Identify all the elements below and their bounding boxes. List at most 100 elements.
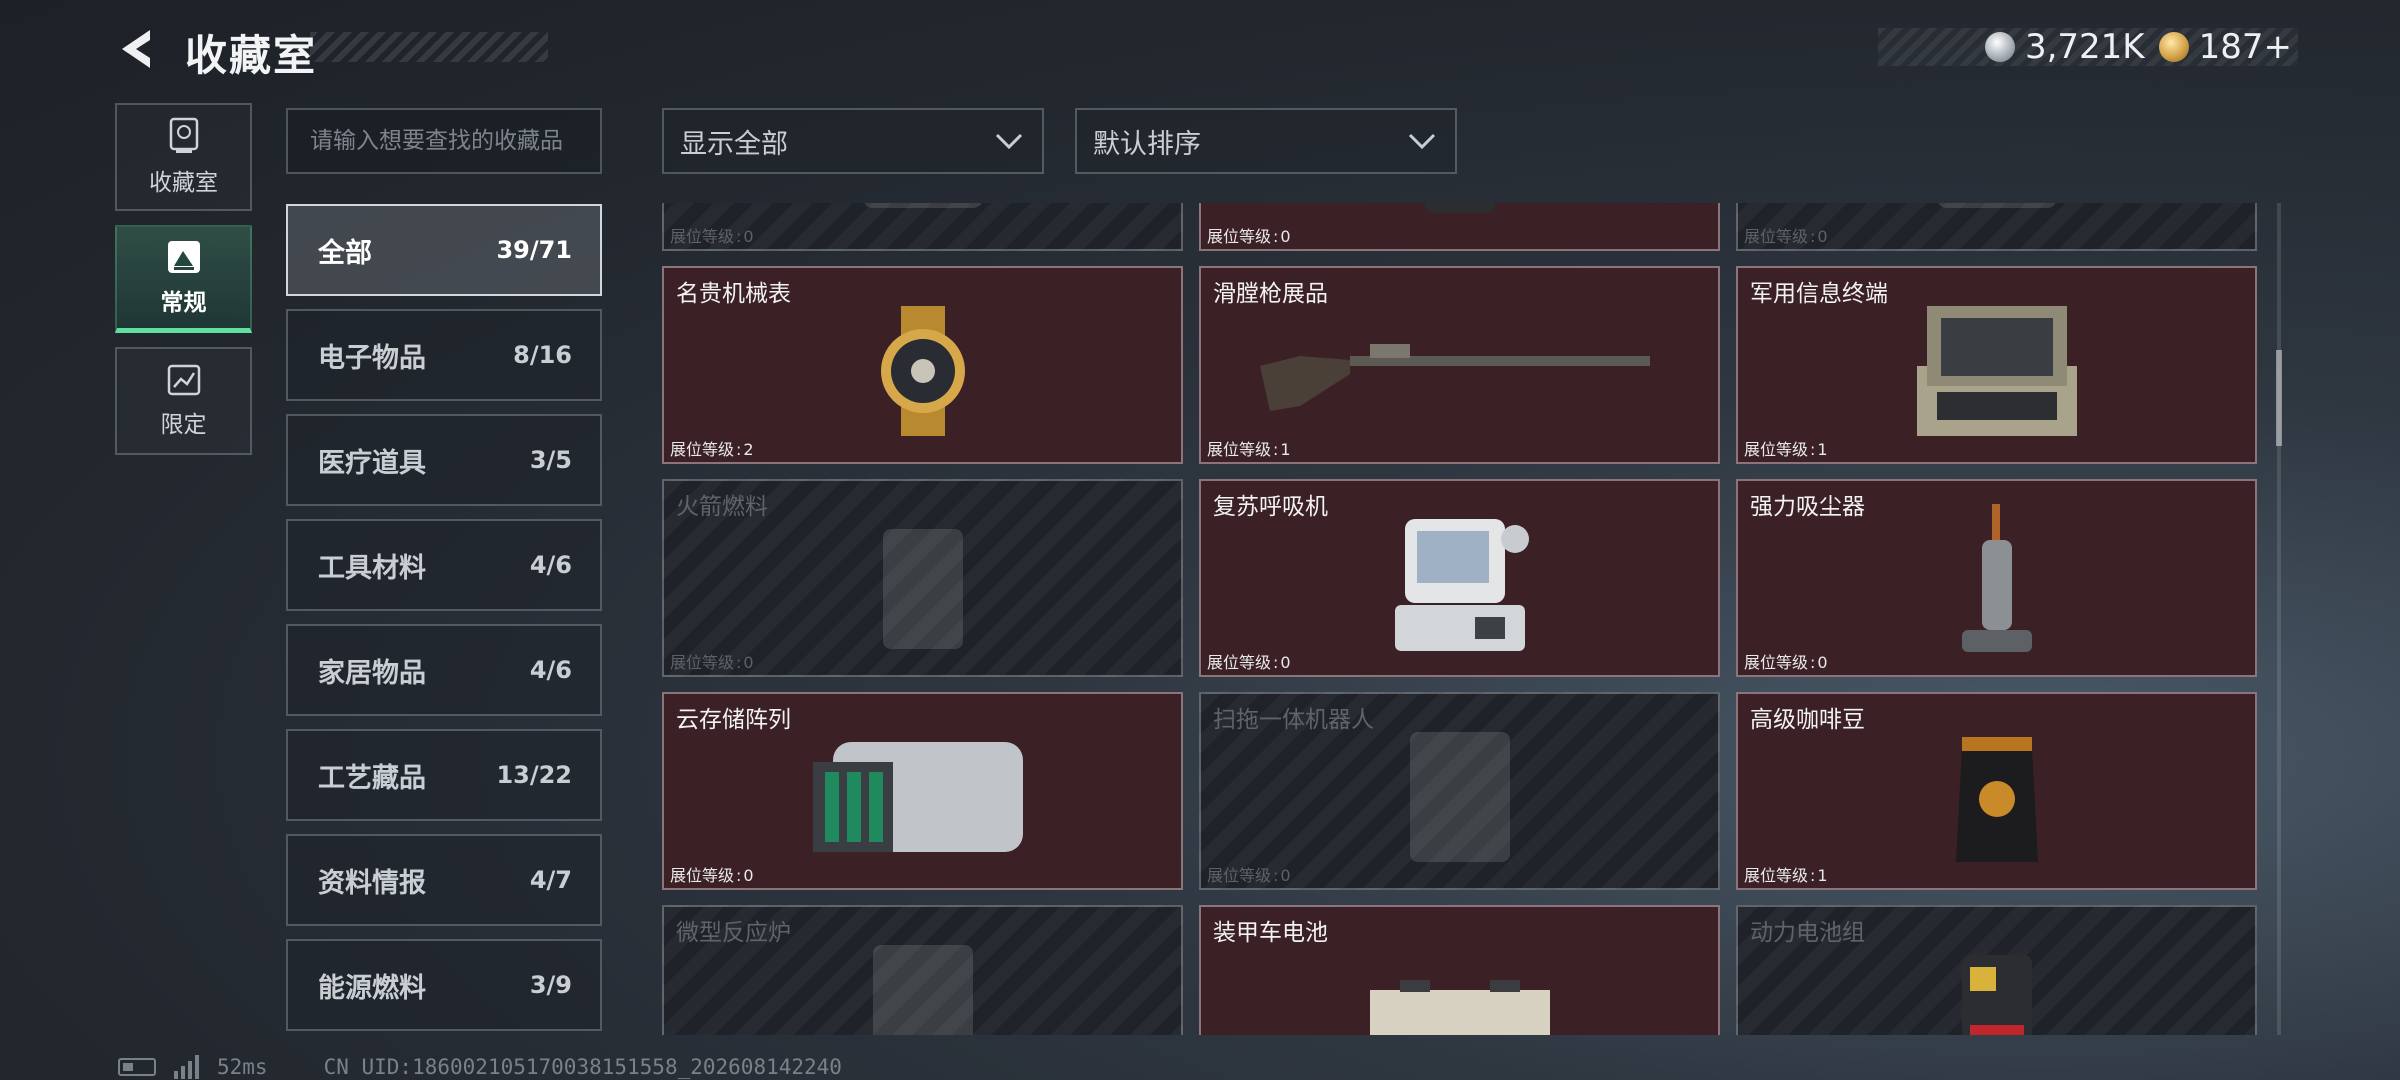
- collection-item-card[interactable]: 滑膛枪展品 展位等级:1: [1199, 266, 1720, 464]
- item-level-prefix: 展位等级: [1744, 866, 1809, 885]
- item-level: 展位等级:0: [1207, 649, 1291, 673]
- currency-silver-value: 3,721K: [2024, 27, 2145, 67]
- ventilator-icon: [1385, 509, 1535, 663]
- nav-tab-collection-room[interactable]: 收藏室: [115, 103, 252, 211]
- collection-grid[interactable]: 展位等级:0 展位等级:0 展位等级:0 名贵机械表 展位等级:2 滑膛枪展品 展位等级:1…: [662, 203, 2258, 1035]
- currency-silver: 3,721K: [1984, 27, 2145, 67]
- item-name: 火箭燃料: [676, 494, 768, 520]
- item-level: 展位等级:0: [670, 649, 754, 673]
- nav-tab-regular[interactable]: 常规: [115, 225, 252, 333]
- robot-vacuum-icon: [1400, 722, 1520, 876]
- item-level: 展位等级:1: [1744, 862, 1828, 886]
- category-item[interactable]: 工具材料 4/6: [286, 519, 602, 611]
- collection-item-card[interactable]: 强力吸尘器 展位等级:0: [1736, 479, 2257, 677]
- category-item[interactable]: 资料情报 4/7: [286, 834, 602, 926]
- item-level: 展位等级:2: [670, 436, 754, 460]
- item-level-prefix: 展位等级: [1207, 653, 1272, 672]
- collection-item-card[interactable]: 军用信息终端 展位等级:1: [1736, 266, 2257, 464]
- item-level-value: 0: [1280, 866, 1291, 885]
- battery-pack-icon: [1952, 954, 2042, 1035]
- item-level-separator: :: [1273, 227, 1279, 246]
- category-count: 4/7: [529, 866, 572, 894]
- item-level-value: 0: [1280, 653, 1291, 672]
- item-level-value: 1: [1280, 440, 1291, 459]
- item-level-prefix: 展位等级: [1744, 227, 1809, 246]
- item-level-prefix: 展位等级: [670, 653, 735, 672]
- picture-icon: [167, 240, 200, 273]
- item-level-prefix: 展位等级: [1744, 653, 1809, 672]
- item-level-separator: :: [1273, 440, 1279, 459]
- item-level-separator: :: [1810, 227, 1816, 246]
- item-level-prefix: 展位等级: [670, 227, 735, 246]
- item-level-value: 1: [1817, 440, 1828, 459]
- category-label: 家居物品: [318, 657, 426, 689]
- category-item[interactable]: 全部 39/71: [286, 204, 602, 296]
- category-item[interactable]: 能源燃料 3/9: [286, 939, 602, 1031]
- terminal-case-icon: [1907, 296, 2087, 450]
- item-level-separator: :: [736, 653, 742, 672]
- category-item[interactable]: 家居物品 4/6: [286, 624, 602, 716]
- watch-icon: [863, 305, 983, 440]
- sort-label: 默认排序: [1093, 128, 1201, 160]
- item-name: 云存储阵列: [676, 707, 791, 733]
- item-level-prefix: 展位等级: [670, 440, 735, 459]
- category-label: 电子物品: [318, 342, 426, 374]
- collection-item-card[interactable]: 动力电池组展位等级:: [1736, 905, 2257, 1035]
- category-label: 能源燃料: [318, 972, 426, 1004]
- collection-item-card[interactable]: 扫拖一体机器人展位等级:0: [1199, 692, 1720, 890]
- ping-value: 52ms: [217, 1055, 268, 1079]
- item-level-value: 0: [1817, 653, 1828, 672]
- collection-item-card[interactable]: 装甲车电池展位等级:: [1199, 905, 1720, 1035]
- show-filter-dropdown[interactable]: 显示全部: [662, 108, 1044, 174]
- item-level-value: 2: [743, 440, 754, 459]
- category-count: 39/71: [496, 236, 572, 264]
- collection-item-card[interactable]: 高级咖啡豆展位等级:1: [1736, 692, 2257, 890]
- reactor-icon: [863, 935, 983, 1035]
- item-level-separator: :: [1810, 866, 1816, 885]
- collection-item-card[interactable]: 展位等级:0: [662, 203, 1183, 251]
- collection-item-card[interactable]: 复苏呼吸机 展位等级:0: [1199, 479, 1720, 677]
- car-battery-icon: [1360, 979, 1560, 1035]
- collection-item-card[interactable]: 火箭燃料展位等级:0: [662, 479, 1183, 677]
- collection-item-card[interactable]: 微型反应炉展位等级:: [662, 905, 1183, 1035]
- item-level-prefix: 展位等级: [1207, 227, 1272, 246]
- collection-item-card[interactable]: 展位等级:0: [1199, 203, 1720, 251]
- collection-item-card[interactable]: 名贵机械表 展位等级:2: [662, 266, 1183, 464]
- device-icon: [1927, 203, 2067, 222]
- item-name: 装甲车电池: [1213, 920, 1328, 946]
- nav-tab-label: 收藏室: [149, 170, 218, 196]
- category-count: 13/22: [496, 761, 572, 789]
- musket-icon: [1259, 326, 1660, 420]
- item-name: 动力电池组: [1750, 920, 1865, 946]
- sort-dropdown[interactable]: 默认排序: [1075, 108, 1457, 174]
- scrollbar-thumb[interactable]: [2276, 350, 2282, 446]
- item-level: 展位等级:0: [1744, 649, 1828, 673]
- collection-item-card[interactable]: 展位等级:0: [1736, 203, 2257, 251]
- uid-text: CN UID:1860021051700381515​58_2026081422…: [323, 1055, 842, 1079]
- item-level-separator: :: [736, 440, 742, 459]
- battery-pack-icon: [1415, 203, 1505, 217]
- show-filter-label: 显示全部: [680, 128, 788, 160]
- back-button[interactable]: [112, 24, 162, 74]
- collection-item-card[interactable]: 云存储阵列 展位等级:0: [662, 692, 1183, 890]
- category-item[interactable]: 医疗道具 3/5: [286, 414, 602, 506]
- scrollbar-track[interactable]: [2277, 203, 2281, 1035]
- item-level-value: 0: [743, 653, 754, 672]
- item-name: 高级咖啡豆: [1750, 707, 1865, 733]
- nav-tab-limited[interactable]: 限定: [115, 347, 252, 455]
- item-name: 扫拖一体机器人: [1213, 707, 1374, 733]
- category-label: 工艺藏品: [318, 762, 426, 794]
- page-title: 收藏室: [185, 31, 318, 80]
- search-input[interactable]: [286, 108, 602, 174]
- category-count: 4/6: [529, 656, 572, 684]
- item-level: 展位等级:0: [1207, 862, 1291, 886]
- item-level-value: 0: [743, 227, 754, 246]
- status-footer: 52ms CN UID:1860021051700381515​58_20260…: [118, 1055, 842, 1079]
- category-item[interactable]: 电子物品 8/16: [286, 309, 602, 401]
- nav-tab-label: 常规: [160, 289, 207, 316]
- item-level: 展位等级:0: [1744, 223, 1828, 247]
- title-decoration: [310, 32, 548, 62]
- category-item[interactable]: 工艺藏品 13/22: [286, 729, 602, 821]
- item-name: 滑膛枪展品: [1213, 281, 1328, 307]
- category-label: 工具材料: [318, 552, 426, 584]
